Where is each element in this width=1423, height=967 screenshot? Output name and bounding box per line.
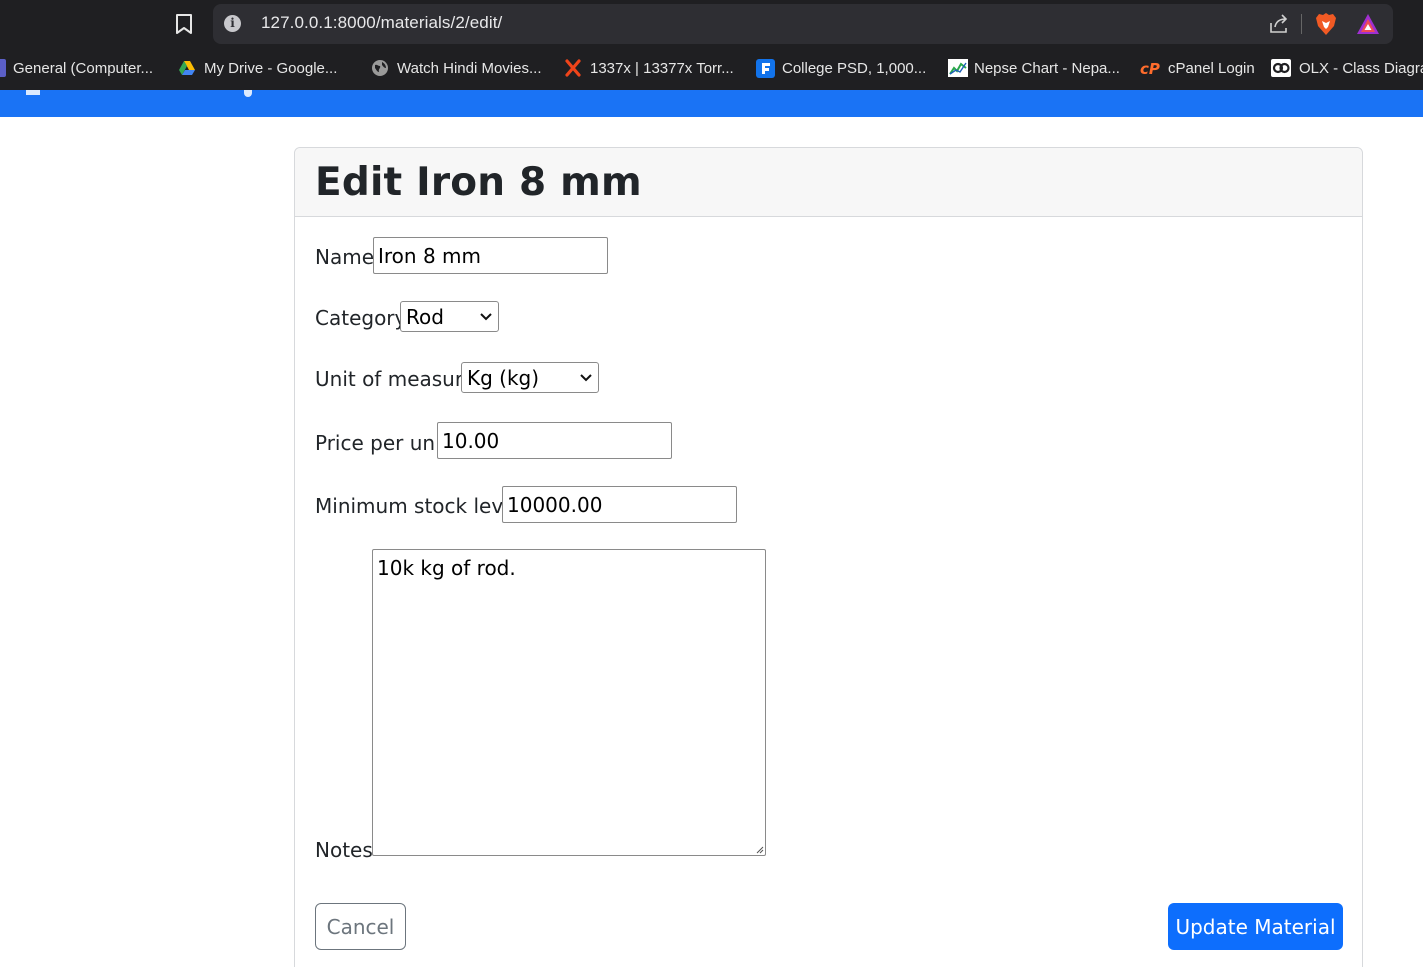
brave-shield-icon[interactable]	[1315, 12, 1337, 36]
unit-selected-value: Kg (kg)	[467, 365, 540, 390]
bookmark-label: 1337x | 13377x Torr...	[590, 59, 734, 77]
chevron-down-icon	[580, 373, 592, 381]
chevron-down-icon	[480, 312, 492, 320]
min-stock-input[interactable]: 10000.00	[502, 486, 737, 523]
unit-select[interactable]: Kg (kg)	[461, 362, 599, 393]
navbar-brand-fragment	[26, 90, 40, 95]
site-info-icon[interactable]: i	[224, 15, 241, 32]
edit-material-card: Edit Iron 8 mm Name Iron 8 mm Category R…	[294, 147, 1363, 967]
update-material-button[interactable]: Update Material	[1168, 903, 1343, 950]
name-input[interactable]: Iron 8 mm	[373, 237, 608, 274]
category-selected-value: Rod	[406, 304, 444, 329]
price-label: Price per unit	[315, 431, 449, 455]
resize-grip-icon[interactable]	[754, 844, 764, 854]
bookmark-label: College PSD, 1,000...	[782, 59, 927, 77]
price-input[interactable]: 10.00	[437, 422, 672, 459]
cancel-button[interactable]: Cancel	[315, 903, 406, 950]
bookmark-item[interactable]: My Drive - Google...	[178, 57, 337, 79]
category-select[interactable]: Rod	[400, 301, 499, 332]
bookmark-icon[interactable]	[170, 10, 198, 38]
bookmark-item[interactable]: cP cPanel Login	[1140, 57, 1255, 79]
globe-icon	[371, 59, 389, 77]
notes-label: Notes	[315, 838, 373, 862]
notes-text: 10k kg of rod.	[377, 556, 516, 580]
svg-text:cP: cP	[1140, 60, 1160, 77]
chart-icon	[948, 59, 968, 77]
toolbar-divider	[1301, 14, 1302, 34]
freepik-icon	[756, 59, 775, 78]
share-icon[interactable]	[1268, 13, 1290, 35]
bookmark-item[interactable]: General (Computer...	[0, 57, 153, 79]
bookmarks-bar: General (Computer... My Drive - Google..…	[0, 48, 1423, 90]
bookmark-label: My Drive - Google...	[204, 59, 338, 77]
bookmark-item[interactable]: OLX - Class Diagra...	[1271, 57, 1423, 79]
bookmark-item[interactable]: 1337x | 13377x Torr...	[564, 57, 734, 79]
google-drive-icon	[178, 59, 196, 77]
bookmark-item[interactable]: Watch Hindi Movies...	[371, 57, 542, 79]
bookmark-label: cPanel Login	[1168, 59, 1255, 77]
name-label: Name	[315, 245, 375, 269]
bookmark-label: Nepse Chart - Nepa...	[974, 59, 1120, 77]
page-title: Edit Iron 8 mm	[315, 160, 642, 205]
card-header: Edit Iron 8 mm	[295, 148, 1362, 217]
unit-label: Unit of measure	[315, 367, 475, 391]
bookmark-label: General (Computer...	[13, 59, 154, 77]
teams-icon	[0, 59, 6, 77]
olx-icon	[1271, 59, 1291, 77]
browser-toolbar: i 127.0.0.1:8000/materials/2/edit/	[0, 0, 1423, 48]
min-stock-label: Minimum stock level	[315, 494, 522, 518]
site-navbar	[0, 90, 1423, 117]
navbar-text-fragment	[244, 90, 252, 97]
bookmark-label: Watch Hindi Movies...	[397, 59, 542, 77]
bookmark-item[interactable]: Nepse Chart - Nepa...	[948, 57, 1120, 79]
x-logo-icon	[564, 59, 582, 77]
address-bar[interactable]: i 127.0.0.1:8000/materials/2/edit/	[213, 4, 1393, 44]
category-label: Category	[315, 306, 407, 330]
notes-textarea[interactable]: 10k kg of rod.	[372, 549, 766, 856]
url-text[interactable]: 127.0.0.1:8000/materials/2/edit/	[261, 13, 502, 33]
cpanel-icon: cP	[1140, 59, 1160, 78]
bookmark-label: OLX - Class Diagra...	[1299, 59, 1423, 77]
brave-rewards-icon[interactable]	[1356, 13, 1380, 35]
bookmark-item[interactable]: College PSD, 1,000...	[756, 57, 926, 79]
